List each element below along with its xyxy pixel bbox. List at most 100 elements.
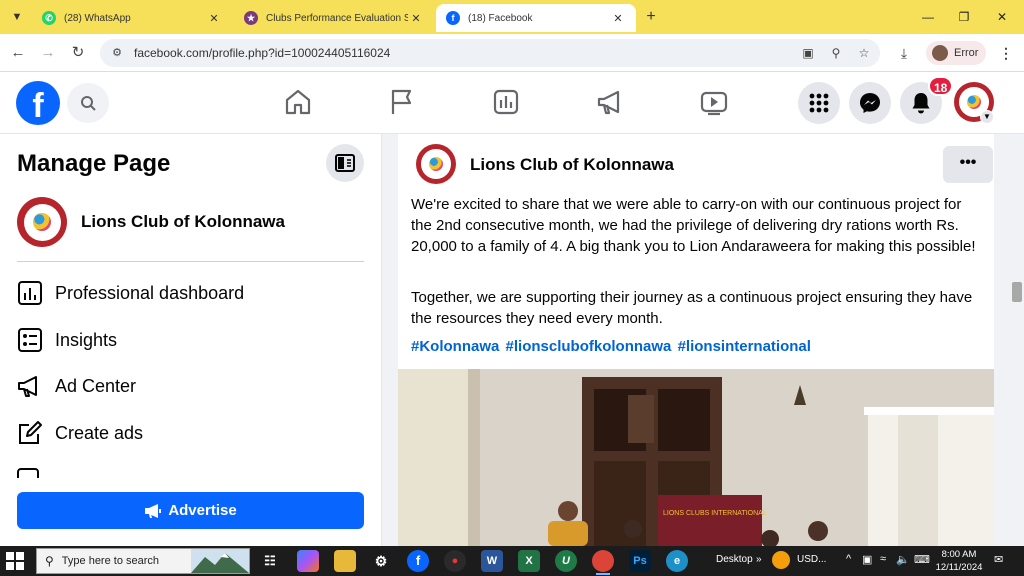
tab-facebook[interactable]: f (18) Facebook ✕	[436, 4, 636, 32]
url-text[interactable]: facebook.com/profile.php?id=100024405116…	[134, 46, 390, 60]
scrollbar-thumb[interactable]	[1012, 282, 1022, 302]
hashtag-list: #Kolonnawa #lionsclubofkolonnawa #lionsi…	[411, 338, 813, 355]
upwork-icon[interactable]: U	[555, 550, 577, 572]
messenger-icon[interactable]	[849, 82, 891, 124]
facebook-icon: f	[446, 11, 460, 25]
megaphone-icon	[145, 503, 162, 518]
zoom-icon[interactable]: ⚲	[828, 45, 844, 61]
hashtag-link[interactable]: #lionsclubofkolonnawa	[506, 338, 672, 355]
advertise-button[interactable]: Advertise	[17, 492, 364, 529]
edge-icon[interactable]: e	[666, 550, 688, 572]
notification-badge[interactable]: 18	[928, 76, 954, 96]
dashboard-icon[interactable]	[490, 86, 522, 118]
close-icon[interactable]: ✕	[206, 12, 222, 25]
sidebar-item-insights[interactable]: Insights	[17, 319, 365, 361]
collapse-panel-icon[interactable]	[326, 144, 364, 182]
partially-hidden-item-icon	[17, 468, 39, 478]
page-title: Manage Page	[17, 150, 171, 177]
chrome-menu-icon[interactable]: ⋮	[996, 43, 1016, 63]
post-photo[interactable]: LIONS CLUBS INTERNATIONAL	[398, 369, 994, 546]
install-app-icon[interactable]: ▣	[800, 45, 816, 61]
tab-title: (18) Facebook	[468, 12, 533, 24]
settings-gear-icon[interactable]: ⚙	[370, 550, 392, 572]
video-icon[interactable]	[698, 86, 730, 118]
page-profile-link[interactable]: Lions Club of Kolonnawa	[17, 194, 365, 250]
home-icon[interactable]	[282, 86, 314, 118]
advertise-label: Advertise	[168, 502, 237, 519]
currency-widget[interactable]: USD...	[797, 554, 826, 565]
profile-chip[interactable]: Error	[926, 41, 986, 65]
more-options-button[interactable]: •••	[943, 146, 993, 183]
hashtag-link[interactable]: #lionsinternational	[678, 338, 811, 355]
notification-center-icon[interactable]: ✉	[994, 553, 1003, 566]
logo-letter: f	[32, 87, 44, 125]
avatar	[932, 45, 948, 61]
post-author-link[interactable]: Lions Club of Kolonnawa	[470, 155, 674, 175]
excel-icon[interactable]: X	[518, 550, 540, 572]
lions-emblem-icon: ★	[244, 11, 258, 25]
megaphone-icon[interactable]	[594, 86, 626, 118]
facebook-app-icon[interactable]: f	[407, 550, 429, 572]
back-arrow-icon[interactable]: ←	[8, 43, 28, 63]
close-icon[interactable]: ✕	[408, 12, 424, 25]
keyboard-icon[interactable]: ⌨	[914, 553, 930, 566]
chevron-down-icon[interactable]: ▼	[980, 110, 994, 124]
menu-grid-icon[interactable]	[798, 82, 840, 124]
chrome-taskbar-icon[interactable]	[592, 550, 614, 575]
tab-title: (28) WhatsApp	[64, 12, 131, 24]
tab-clubs-performance[interactable]: ★ Clubs Performance Evaluation Syst ✕	[234, 4, 434, 32]
copilot-icon[interactable]	[297, 550, 319, 572]
taskbar-clock[interactable]: 8:00 AM 12/11/2024	[934, 548, 984, 574]
windows-start-icon[interactable]	[6, 552, 24, 570]
sidebar-item-professional-dashboard[interactable]: Professional dashboard	[17, 272, 365, 314]
flag-icon[interactable]	[386, 86, 418, 118]
sidebar-item-ad-center[interactable]: Ad Center	[17, 365, 365, 407]
divider	[17, 261, 364, 262]
reload-icon[interactable]: ↻	[68, 43, 88, 63]
task-view-icon[interactable]: ☷	[259, 550, 281, 572]
address-bar[interactable]: ⚙ facebook.com/profile.php?id=1000244051…	[100, 39, 880, 67]
sidebar-item-label: Professional dashboard	[55, 282, 245, 303]
post-header: Lions Club of Kolonnawa •••	[398, 134, 994, 196]
profile-error-label: Error	[954, 47, 979, 59]
tab-title: Clubs Performance Evaluation Syst	[266, 12, 408, 24]
desktop-toolbar-label[interactable]: Desktop	[716, 554, 753, 565]
word-icon[interactable]: W	[481, 550, 503, 572]
minimize-icon[interactable]: —	[910, 6, 946, 28]
search-icon[interactable]	[67, 83, 109, 123]
download-icon[interactable]: ⤓	[894, 43, 914, 63]
pencil-icon	[19, 421, 42, 444]
sidebar-item-create-ads[interactable]: Create ads	[17, 412, 365, 454]
photo-scene: LIONS CLUBS INTERNATIONAL	[398, 369, 994, 546]
window-close-icon[interactable]: ✕	[984, 6, 1020, 28]
taskbar-search-input[interactable]: ⚲ Type here to search	[36, 548, 250, 574]
post-page-avatar[interactable]	[416, 144, 456, 184]
post-paragraph: We're excited to share that we were able…	[411, 196, 976, 255]
browser-tab-strip: ▼ ✆ (28) WhatsApp ✕ ★ Clubs Performance …	[0, 0, 1024, 34]
speaker-icon[interactable]: 🔈	[896, 553, 910, 566]
file-explorer-icon[interactable]	[334, 550, 356, 572]
site-info-icon[interactable]: ⚙	[110, 46, 124, 60]
lions-emblem-icon	[17, 197, 67, 247]
clock-date: 12/11/2024	[935, 562, 983, 573]
wifi-icon[interactable]: ≈	[880, 553, 886, 565]
hashtag-link[interactable]: #Kolonnawa	[411, 338, 499, 355]
sidebar-item-label: Create ads	[55, 422, 144, 443]
facebook-logo[interactable]: f	[16, 81, 60, 125]
tray-chevron-up-icon[interactable]: ^	[846, 553, 851, 565]
bookmark-star-icon[interactable]: ☆	[856, 45, 872, 61]
insights-icon	[18, 328, 42, 352]
media-player-icon[interactable]: ●	[444, 550, 466, 572]
close-icon[interactable]: ✕	[610, 12, 626, 25]
banner-text: LIONS CLUBS INTERNATIONAL	[663, 510, 767, 517]
photoshop-icon[interactable]: Ps	[629, 550, 651, 572]
network-icon[interactable]: ▣	[862, 553, 872, 566]
page-scrollbar[interactable]	[1010, 134, 1024, 546]
tab-search-chevron-icon[interactable]: ▼	[8, 8, 26, 26]
restore-icon[interactable]: ❐	[946, 6, 982, 28]
tab-whatsapp[interactable]: ✆ (28) WhatsApp ✕	[32, 4, 232, 32]
windows-taskbar: ⚲ Type here to search ☷ ⚙ f ● W X U Ps e…	[0, 546, 1024, 576]
forward-arrow-icon[interactable]: →	[38, 43, 58, 63]
new-tab-plus-icon[interactable]: +	[642, 8, 660, 26]
toolbar-chevron-icon[interactable]: »	[756, 554, 762, 565]
